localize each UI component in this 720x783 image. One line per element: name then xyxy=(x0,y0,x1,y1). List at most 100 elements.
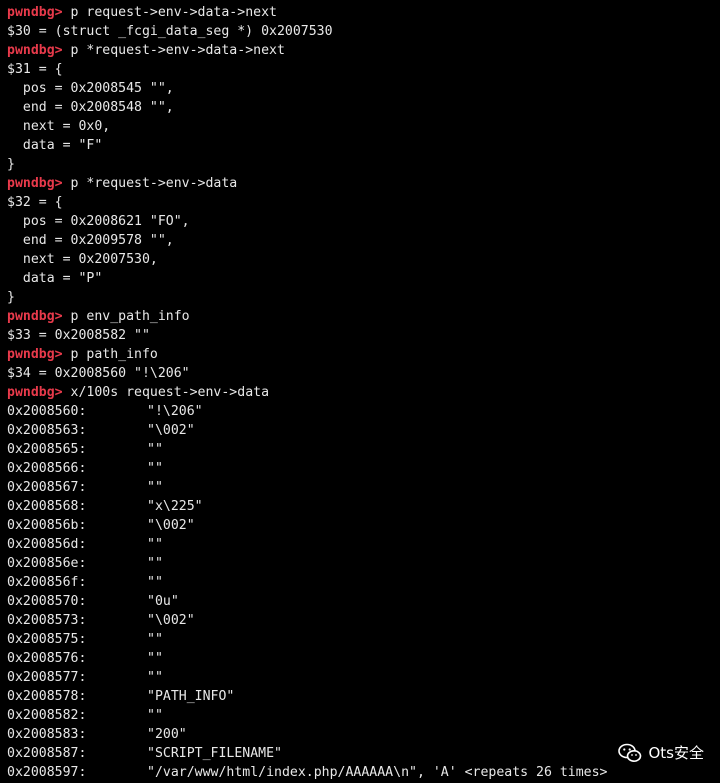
command-text: p *request->env->data->next xyxy=(62,43,285,58)
command-line: pwndbg> x/100s request->env->data xyxy=(7,383,720,402)
memory-string: "0u" xyxy=(147,594,179,609)
memory-address: 0x2008573: xyxy=(7,613,87,628)
command-text: p path_info xyxy=(62,347,158,362)
memory-address: 0x2008568: xyxy=(7,499,87,514)
memory-address: 0x2008566: xyxy=(7,461,87,476)
memory-row: 0x2008566: "" xyxy=(7,459,720,478)
terminal-output: pwndbg> p request->env->data->next $30 = … xyxy=(0,0,720,783)
output-text: data = "P" xyxy=(7,271,103,286)
memory-address: 0x2008567: xyxy=(7,480,87,495)
memory-string: "SCRIPT_FILENAME" xyxy=(147,746,282,761)
memory-row: 0x2008573: "\002" xyxy=(7,611,720,630)
memory-row: 0x200856b: "\002" xyxy=(7,516,720,535)
output-text: $33 = 0x2008582 "" xyxy=(7,328,150,343)
memory-row: 0x2008563: "\002" xyxy=(7,421,720,440)
memory-string: "\002" xyxy=(147,518,195,533)
output-line: pos = 0x2008621 "FO", xyxy=(7,212,720,231)
memory-row: 0x2008576: "" xyxy=(7,649,720,668)
memory-string: "" xyxy=(147,556,163,571)
memory-row: 0x2008582: "" xyxy=(7,706,720,725)
memory-address: 0x200856f: xyxy=(7,575,87,590)
memory-string: "PATH_INFO" xyxy=(147,689,235,704)
memory-row: 0x2008583: "200" xyxy=(7,725,720,744)
memory-address: 0x2008560: xyxy=(7,404,87,419)
memory-row: 0x200856e: "" xyxy=(7,554,720,573)
prompt: pwndbg> xyxy=(7,5,63,20)
memory-row: 0x2008568: "x\225" xyxy=(7,497,720,516)
memory-string: "" xyxy=(147,537,163,552)
memory-string: "" xyxy=(147,575,163,590)
output-text: $30 = (struct _fcgi_data_seg *) 0x200753… xyxy=(7,24,333,39)
output-text: } xyxy=(7,290,15,305)
memory-address: 0x200856d: xyxy=(7,537,87,552)
output-text: $32 = { xyxy=(7,195,63,210)
memory-string: "200" xyxy=(147,727,187,742)
output-line: data = "F" xyxy=(7,136,720,155)
watermark-text: Ots安全 xyxy=(648,744,704,762)
memory-address: 0x2008565: xyxy=(7,442,87,457)
output-text: $31 = { xyxy=(7,62,63,77)
memory-string: "x\225" xyxy=(147,499,203,514)
memory-string: "" xyxy=(147,461,163,476)
output-text: pos = 0x2008545 "", xyxy=(7,81,174,96)
output-line: $32 = { xyxy=(7,193,720,212)
output-text: end = 0x2009578 "", xyxy=(7,233,174,248)
memory-address: 0x2008583: xyxy=(7,727,87,742)
memory-row: 0x200856d: "" xyxy=(7,535,720,554)
memory-string: "\002" xyxy=(147,613,195,628)
memory-row: 0x2008575: "" xyxy=(7,630,720,649)
output-line: $30 = (struct _fcgi_data_seg *) 0x200753… xyxy=(7,22,720,41)
output-line: $34 = 0x2008560 "!\206" xyxy=(7,364,720,383)
memory-row: 0x2008587: "SCRIPT_FILENAME" xyxy=(7,744,720,763)
output-line: next = 0x2007530, xyxy=(7,250,720,269)
memory-row: 0x2008597: "/var/www/html/index.php/AAAAA… xyxy=(7,763,720,782)
memory-address: 0x2008582: xyxy=(7,708,87,723)
memory-address: 0x2008576: xyxy=(7,651,87,666)
memory-address: 0x2008587: xyxy=(7,746,87,761)
output-text: $34 = 0x2008560 "!\206" xyxy=(7,366,190,381)
memory-address: 0x2008570: xyxy=(7,594,87,609)
output-text: end = 0x2008548 "", xyxy=(7,100,174,115)
output-line: $31 = { xyxy=(7,60,720,79)
memory-address: 0x2008577: xyxy=(7,670,87,685)
command-line: pwndbg> p path_info xyxy=(7,345,720,364)
memory-string: "\002" xyxy=(147,423,195,438)
memory-address: 0x2008597: xyxy=(7,765,87,780)
memory-string: "" xyxy=(147,670,163,685)
output-text: pos = 0x2008621 "FO", xyxy=(7,214,190,229)
memory-string: "" xyxy=(147,480,163,495)
prompt: pwndbg> xyxy=(7,347,63,362)
memory-row: 0x2008577: "" xyxy=(7,668,720,687)
output-line: } xyxy=(7,155,720,174)
command-line: pwndbg> p *request->env->data xyxy=(7,174,720,193)
memory-row: 0x2008567: "" xyxy=(7,478,720,497)
output-line: end = 0x2009578 "", xyxy=(7,231,720,250)
prompt: pwndbg> xyxy=(7,176,63,191)
output-line: end = 0x2008548 "", xyxy=(7,98,720,117)
command-text: p env_path_info xyxy=(62,309,190,324)
command-text: x/100s request->env->data xyxy=(62,385,270,400)
output-text: next = 0x0, xyxy=(7,119,111,134)
command-line: pwndbg> p env_path_info xyxy=(7,307,720,326)
memory-row: 0x2008560: "!\206" xyxy=(7,402,720,421)
memory-string: "!\206" xyxy=(147,404,203,419)
memory-string: "" xyxy=(147,442,163,457)
output-text: next = 0x2007530, xyxy=(7,252,158,267)
prompt: pwndbg> xyxy=(7,43,63,58)
memory-row: 0x2008570: "0u" xyxy=(7,592,720,611)
output-text: data = "F" xyxy=(7,138,103,153)
memory-row: 0x2008578: "PATH_INFO" xyxy=(7,687,720,706)
output-line: $33 = 0x2008582 "" xyxy=(7,326,720,345)
output-line: next = 0x0, xyxy=(7,117,720,136)
output-line: data = "P" xyxy=(7,269,720,288)
memory-row: 0x2008565: "" xyxy=(7,440,720,459)
memory-address: 0x200856e: xyxy=(7,556,87,571)
command-line: pwndbg> p request->env->data->next xyxy=(7,3,720,22)
memory-string: "" xyxy=(147,651,163,666)
output-line: } xyxy=(7,288,720,307)
memory-address: 0x2008575: xyxy=(7,632,87,647)
prompt: pwndbg> xyxy=(7,385,63,400)
memory-address: 0x200856b: xyxy=(7,518,87,533)
output-line: pos = 0x2008545 "", xyxy=(7,79,720,98)
memory-address: 0x2008578: xyxy=(7,689,87,704)
